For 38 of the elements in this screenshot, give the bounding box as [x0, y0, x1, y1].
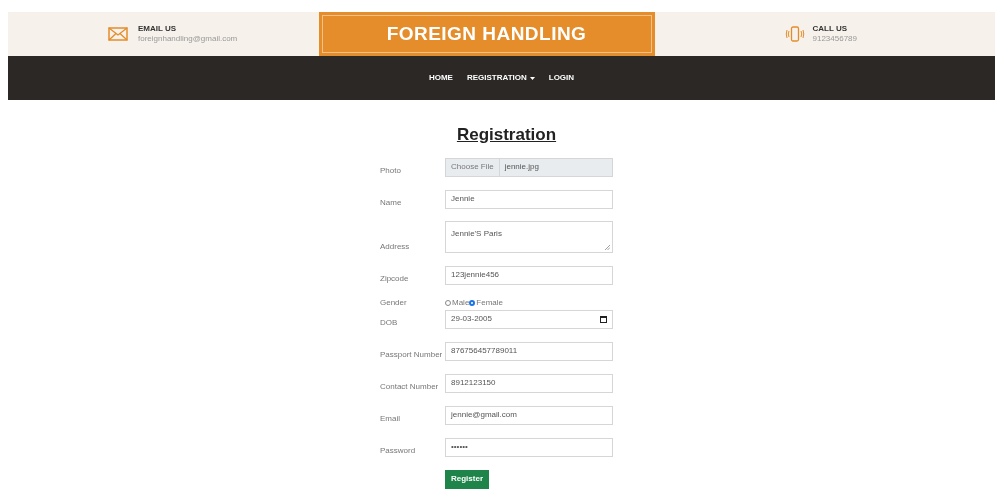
email-address: foreignhandling@gmail.com [138, 34, 238, 44]
address-field[interactable]: Jennie'S Paris [445, 220, 613, 253]
password-field[interactable]: •••••• [445, 437, 613, 457]
date-field[interactable]: 29-03-2005 [445, 309, 613, 329]
gender-radio[interactable]: Male [445, 296, 470, 309]
brand-title: FOREIGN HANDLING [386, 21, 587, 46]
caret-icon [529, 76, 535, 80]
field-label: Password [380, 444, 417, 457]
field-label: Name [380, 196, 403, 209]
field-label: Photo [380, 164, 402, 177]
field-label: DOB [380, 316, 399, 329]
field-label: Contact Number [380, 380, 440, 393]
resize-grip-icon[interactable] [605, 244, 610, 250]
nav-link[interactable]: HOME [428, 72, 453, 84]
choose-file-button[interactable]: Choose File [446, 158, 500, 176]
calendar-icon[interactable] [600, 315, 607, 323]
register-button[interactable]: Register [445, 469, 489, 489]
nav-link[interactable]: REGISTRATION [466, 72, 535, 84]
text-field[interactable]: Jennie [445, 189, 613, 209]
nav-link[interactable]: LOGIN [548, 72, 575, 84]
file-name: jennie.jpg [503, 161, 540, 173]
form-title: Registration [456, 124, 557, 146]
text-field[interactable]: 8912123150 [445, 373, 613, 393]
gender-radio[interactable]: Female [469, 296, 504, 309]
call-label: CALL US [812, 24, 849, 34]
field-label: Email [380, 412, 401, 425]
field-label: Passport Number [380, 348, 444, 361]
field-label: Zipcode [380, 272, 410, 285]
field-label: Gender [380, 296, 408, 309]
vibrating-phone-icon [784, 26, 805, 42]
phone-number: 9123456789 [812, 34, 857, 44]
text-field[interactable]: jennie@gmail.com [445, 405, 613, 425]
text-field[interactable]: 876756457789011 [445, 341, 613, 361]
file-input[interactable]: Choose File jennie.jpg [445, 157, 613, 177]
email-label: EMAIL US [138, 24, 178, 34]
text-field[interactable]: 123jennie456 [445, 265, 613, 285]
field-label: Address [380, 240, 411, 253]
envelope-icon [108, 27, 128, 41]
